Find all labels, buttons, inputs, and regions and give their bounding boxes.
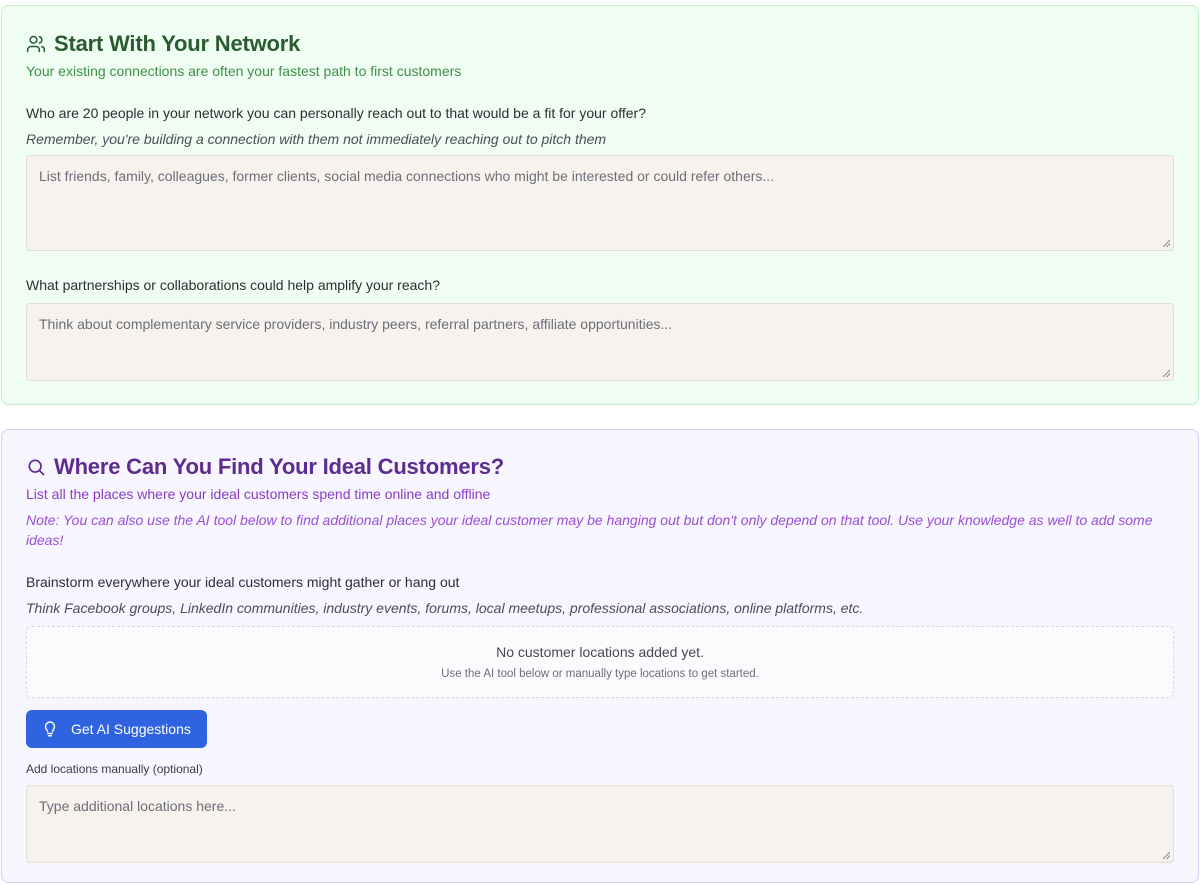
network-question-1: Who are 20 people in your network you ca… bbox=[26, 105, 646, 121]
network-title-row: Start With Your Network bbox=[26, 31, 1174, 57]
empty-state-subtitle: Use the AI tool below or manually type l… bbox=[441, 668, 759, 680]
find-customers-card: Where Can You Find Your Ideal Customers?… bbox=[1, 429, 1199, 883]
get-ai-suggestions-button[interactable]: Get AI Suggestions bbox=[26, 710, 207, 748]
empty-state-title: No customer locations added yet. bbox=[496, 644, 704, 660]
customer-locations-empty-state: No customer locations added yet. Use the… bbox=[26, 626, 1174, 698]
network-card: Start With Your Network Your existing co… bbox=[1, 5, 1199, 405]
network-hint-1: Remember, you're building a connection w… bbox=[26, 131, 607, 147]
lightbulb-icon bbox=[44, 721, 56, 737]
ai-button-row: Get AI Suggestions bbox=[26, 710, 1174, 748]
find-title: Where Can You Find Your Ideal Customers? bbox=[54, 454, 504, 479]
find-hint: Think Facebook groups, LinkedIn communit… bbox=[26, 600, 864, 616]
find-subtitle: List all the places where your ideal cus… bbox=[26, 486, 491, 502]
network-title: Start With Your Network bbox=[54, 31, 301, 56]
search-icon bbox=[28, 459, 45, 476]
manual-locations-label: Add locations manually (optional) bbox=[26, 762, 203, 776]
network-question-2: What partnerships or collaborations coul… bbox=[26, 277, 440, 293]
users-icon bbox=[26, 35, 46, 53]
manual-locations-textarea[interactable]: Type additional locations here... bbox=[26, 785, 1174, 863]
find-title-row: Where Can You Find Your Ideal Customers? bbox=[26, 454, 1174, 480]
ai-button-label: Get AI Suggestions bbox=[71, 721, 191, 737]
find-question: Brainstorm everywhere your ideal custome… bbox=[26, 574, 460, 590]
find-note: Note: You can also use the AI tool below… bbox=[26, 512, 1153, 548]
network-contacts-textarea[interactable]: List friends, family, colleagues, former… bbox=[26, 155, 1174, 251]
network-subtitle: Your existing connections are often your… bbox=[26, 63, 462, 79]
network-partnerships-textarea[interactable]: Think about complementary service provid… bbox=[26, 303, 1174, 381]
